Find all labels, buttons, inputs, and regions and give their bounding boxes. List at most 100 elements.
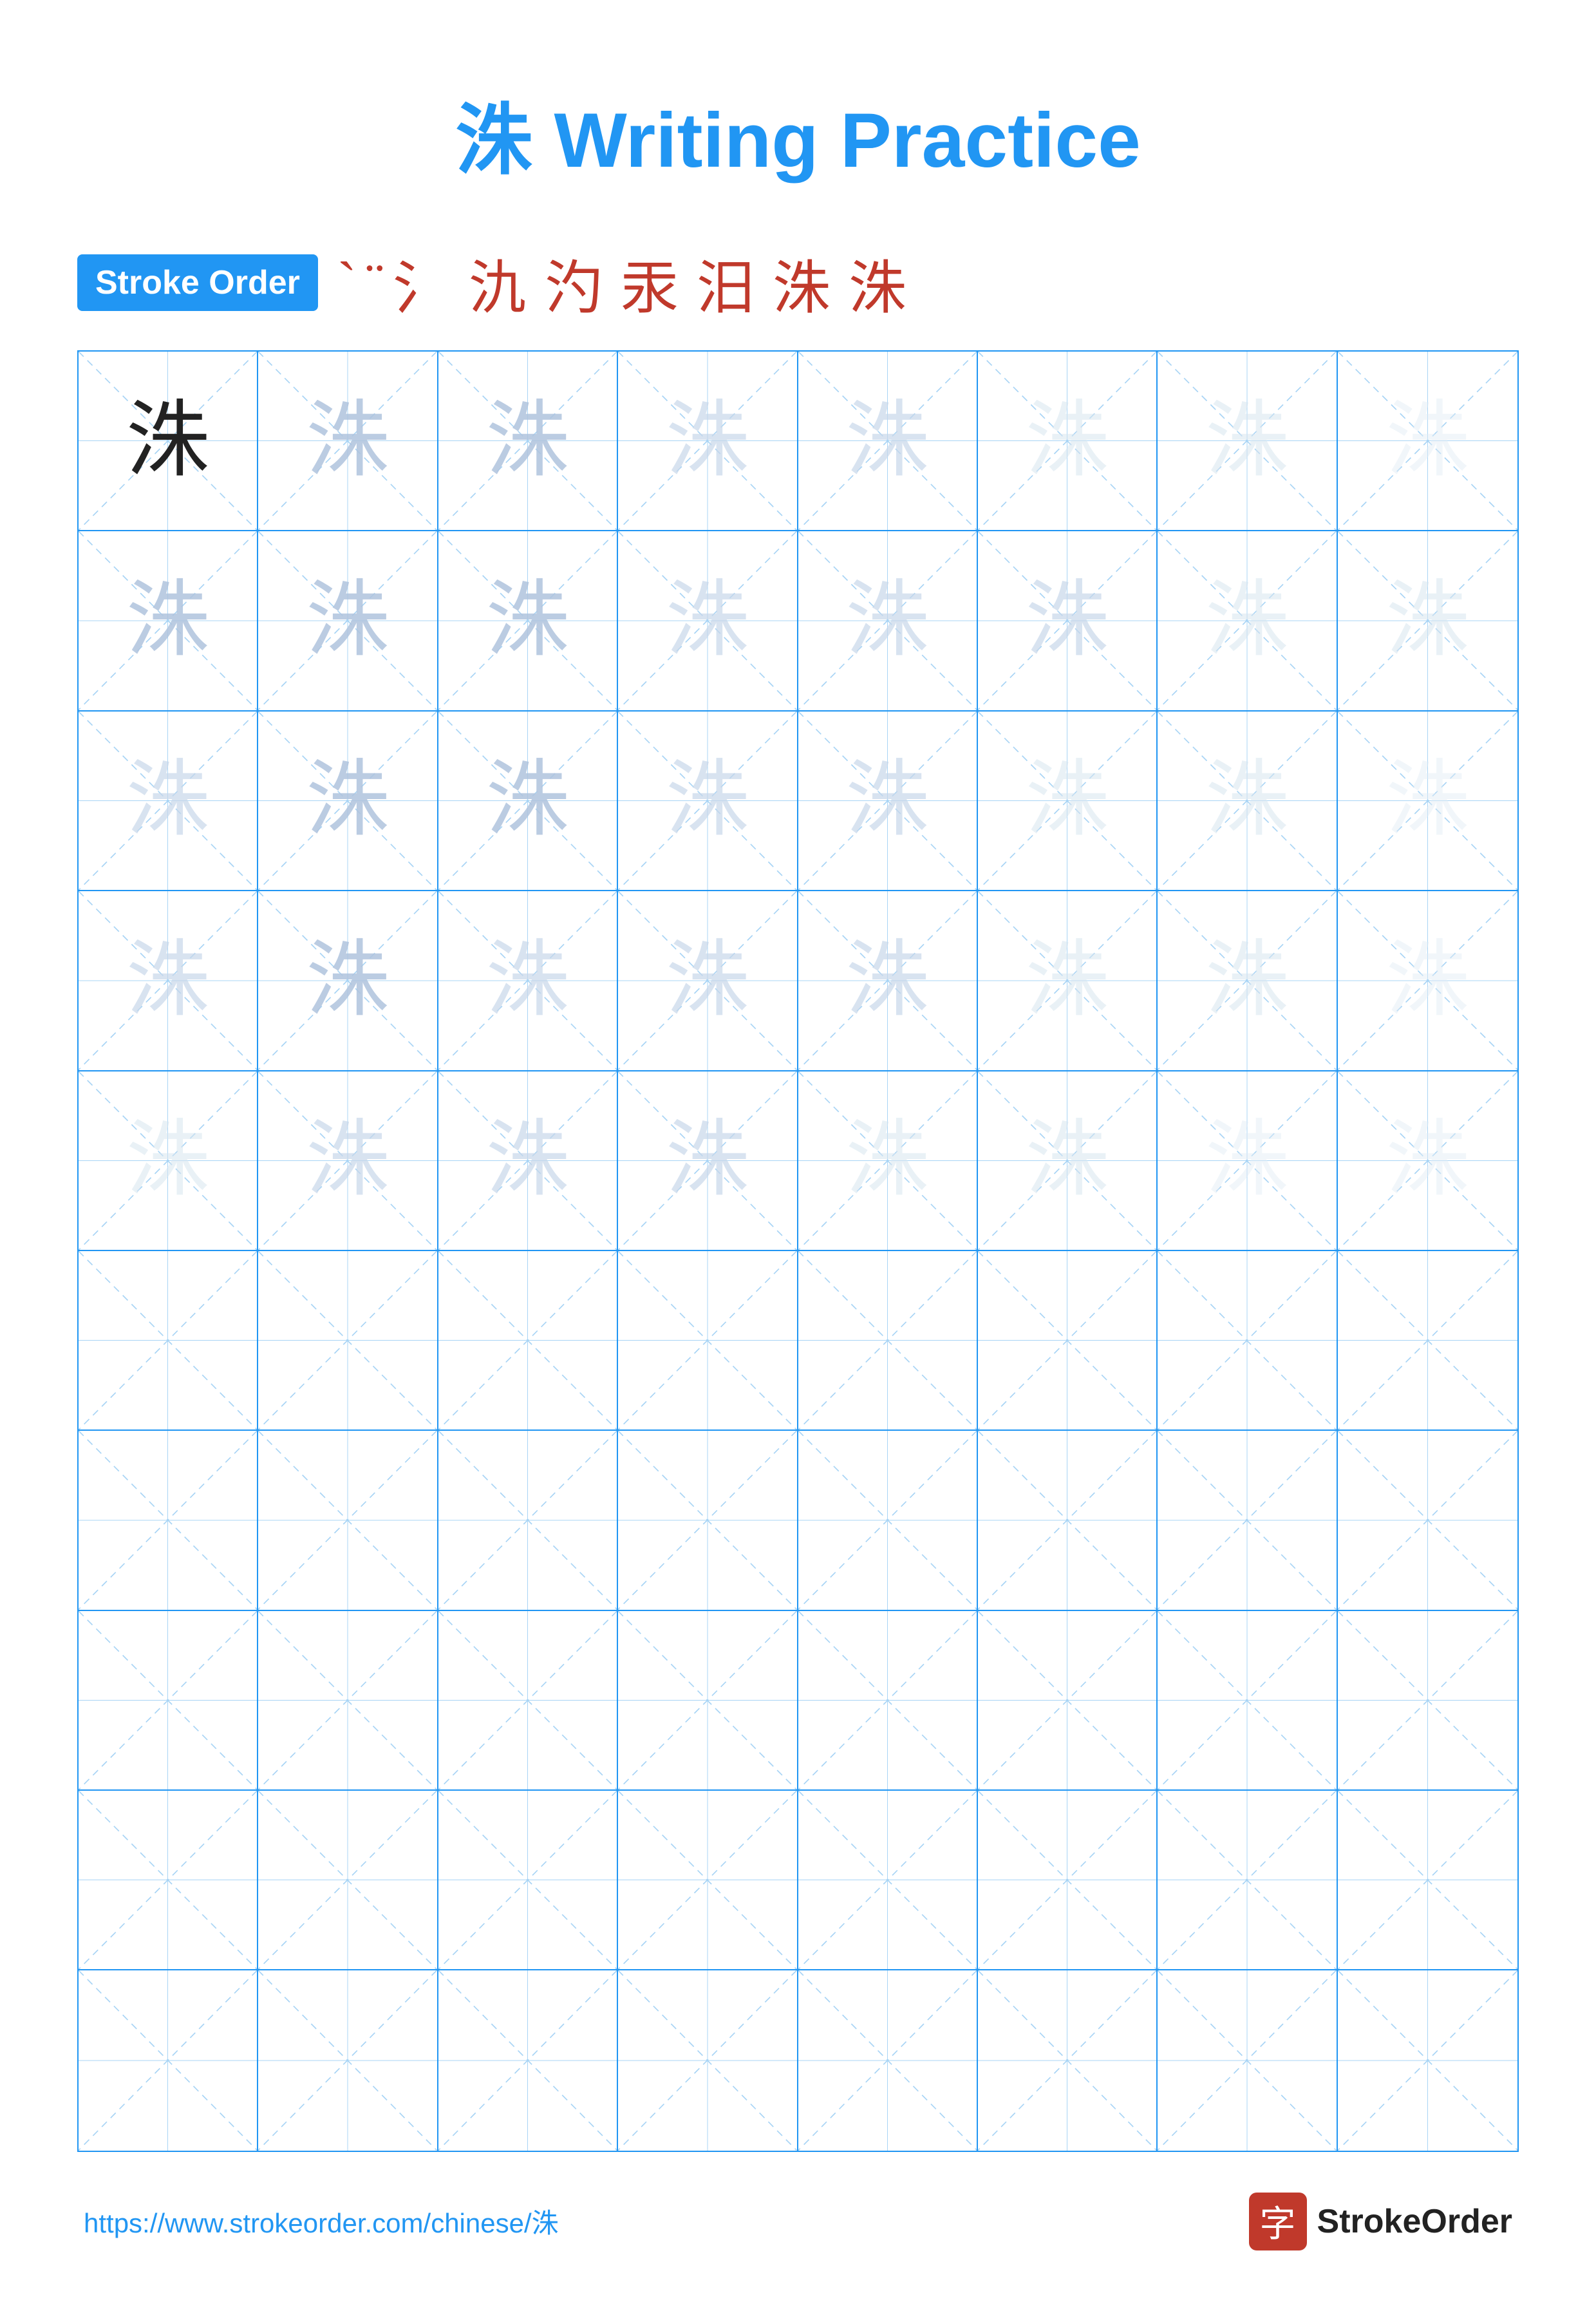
grid-cell[interactable]: 洙 [258, 891, 438, 1071]
stroke-9: 洙 [849, 241, 906, 325]
grid-cell[interactable]: 洙 [798, 891, 978, 1071]
grid-cell[interactable]: 洙 [1158, 891, 1337, 1071]
grid-cell[interactable] [978, 1970, 1158, 2150]
grid-cell[interactable]: 洙 [978, 352, 1158, 531]
grid-cell[interactable] [79, 1251, 258, 1431]
grid-cell[interactable]: 洙 [79, 712, 258, 891]
grid-cell[interactable] [258, 1431, 438, 1610]
grid-cell[interactable] [79, 1970, 258, 2150]
grid-cell[interactable] [978, 1431, 1158, 1610]
grid-row-2: 洙 洙 洙 洙 洙 洙 洙 [79, 531, 1517, 711]
grid-cell[interactable] [798, 1431, 978, 1610]
grid-cell[interactable]: 洙 [618, 1071, 798, 1251]
grid-cell[interactable] [438, 1431, 618, 1610]
grid-cell[interactable] [1338, 1611, 1517, 1791]
practice-char: 洙 [306, 939, 390, 1023]
grid-cell[interactable] [978, 1251, 1158, 1431]
grid-cell[interactable] [438, 1251, 618, 1431]
grid-cell[interactable] [798, 1251, 978, 1431]
practice-char: 洙 [845, 939, 929, 1023]
grid-cell[interactable]: 洙 [1158, 531, 1337, 711]
grid-cell[interactable]: 洙 [79, 1071, 258, 1251]
grid-cell[interactable]: 洙 [258, 1071, 438, 1251]
grid-cell[interactable]: 洙 [1158, 352, 1337, 531]
grid-row-6 [79, 1251, 1517, 1431]
grid-row-1: 洙 洙 洙 洙 [79, 352, 1517, 531]
grid-cell[interactable]: 洙 [438, 891, 618, 1071]
grid-cell[interactable] [258, 1970, 438, 2150]
grid-cell[interactable]: 洙 [618, 891, 798, 1071]
grid-cell[interactable]: 洙 [798, 1071, 978, 1251]
grid-cell[interactable] [1338, 1970, 1517, 2150]
grid-cell[interactable]: 洙 [798, 352, 978, 531]
grid-cell[interactable] [1158, 1791, 1337, 1970]
footer: https://www.strokeorder.com/chinese/洙 字 … [77, 2193, 1519, 2250]
grid-cell[interactable] [798, 1611, 978, 1791]
grid-cell[interactable]: 洙 [978, 712, 1158, 891]
grid-row-10 [79, 1970, 1517, 2150]
grid-cell[interactable] [438, 1970, 618, 2150]
grid-cell[interactable]: 洙 [798, 531, 978, 711]
grid-cell[interactable]: 洙 [1338, 712, 1517, 891]
grid-cell[interactable] [978, 1611, 1158, 1791]
grid-cell[interactable] [1338, 1431, 1517, 1610]
grid-cell[interactable]: 洙 [1338, 1071, 1517, 1251]
grid-cell[interactable]: 洙 [618, 352, 798, 531]
grid-cell[interactable] [258, 1611, 438, 1791]
grid-cell[interactable]: 洙 [79, 531, 258, 711]
practice-char: 洙 [666, 759, 749, 842]
grid-cell[interactable] [258, 1251, 438, 1431]
grid-cell[interactable] [798, 1791, 978, 1970]
grid-cell[interactable]: 洙 [1338, 531, 1517, 711]
footer-url[interactable]: https://www.strokeorder.com/chinese/洙 [84, 2202, 559, 2241]
grid-cell[interactable] [1158, 1970, 1337, 2150]
grid-cell[interactable]: 洙 [438, 352, 618, 531]
grid-cell[interactable] [1338, 1251, 1517, 1431]
practice-char: 洙 [485, 759, 569, 842]
grid-cell[interactable] [258, 1791, 438, 1970]
grid-cell[interactable] [79, 1791, 258, 1970]
grid-cell[interactable]: 洙 [1158, 712, 1337, 891]
grid-cell[interactable] [618, 1791, 798, 1970]
grid-cell[interactable]: 洙 [258, 352, 438, 531]
grid-cell[interactable]: 洙 [438, 712, 618, 891]
stroke-chars: ` ̈ 氵 氿 汋 汞 汨 洙 洙 [337, 241, 906, 325]
grid-cell[interactable]: 洙 [79, 891, 258, 1071]
grid-cell[interactable] [618, 1611, 798, 1791]
practice-char: 洙 [666, 1118, 749, 1202]
grid-cell[interactable]: 洙 [978, 1071, 1158, 1251]
grid-cell[interactable]: 洙 [978, 891, 1158, 1071]
grid-cell[interactable]: 洙 [79, 352, 258, 531]
grid-cell[interactable]: 洙 [258, 712, 438, 891]
grid-cell[interactable]: 洙 [258, 531, 438, 711]
grid-cell[interactable] [618, 1970, 798, 2150]
grid-cell[interactable] [438, 1611, 618, 1791]
grid-cell[interactable] [618, 1431, 798, 1610]
grid-row-8 [79, 1611, 1517, 1791]
stroke-order-badge: Stroke Order [77, 254, 318, 311]
grid-cell[interactable] [438, 1791, 618, 1970]
grid-cell[interactable] [618, 1251, 798, 1431]
grid-cell[interactable] [1338, 1791, 1517, 1970]
grid-cell[interactable] [79, 1431, 258, 1610]
grid-cell[interactable] [978, 1791, 1158, 1970]
grid-cell[interactable]: 洙 [618, 531, 798, 711]
grid-cell[interactable]: 洙 [438, 531, 618, 711]
grid-cell[interactable]: 洙 [1338, 891, 1517, 1071]
grid-cell[interactable]: 洙 [438, 1071, 618, 1251]
grid-cell[interactable] [1158, 1611, 1337, 1791]
stroke-5: 汋 [545, 241, 603, 325]
grid-cell[interactable] [1158, 1251, 1337, 1431]
grid-cell[interactable]: 洙 [1338, 352, 1517, 531]
practice-char: 洙 [1385, 579, 1469, 663]
page: 洙 Writing Practice Stroke Order ` ̈ 氵 氿 … [0, 0, 1596, 2302]
grid-cell[interactable]: 洙 [1158, 1071, 1337, 1251]
footer-logo-text: StrokeOrder [1317, 2202, 1512, 2241]
grid-cell[interactable]: 洙 [618, 712, 798, 891]
practice-char: 洙 [845, 399, 929, 483]
grid-cell[interactable] [79, 1611, 258, 1791]
grid-cell[interactable]: 洙 [978, 531, 1158, 711]
grid-cell[interactable] [798, 1970, 978, 2150]
grid-cell[interactable] [1158, 1431, 1337, 1610]
grid-cell[interactable]: 洙 [798, 712, 978, 891]
